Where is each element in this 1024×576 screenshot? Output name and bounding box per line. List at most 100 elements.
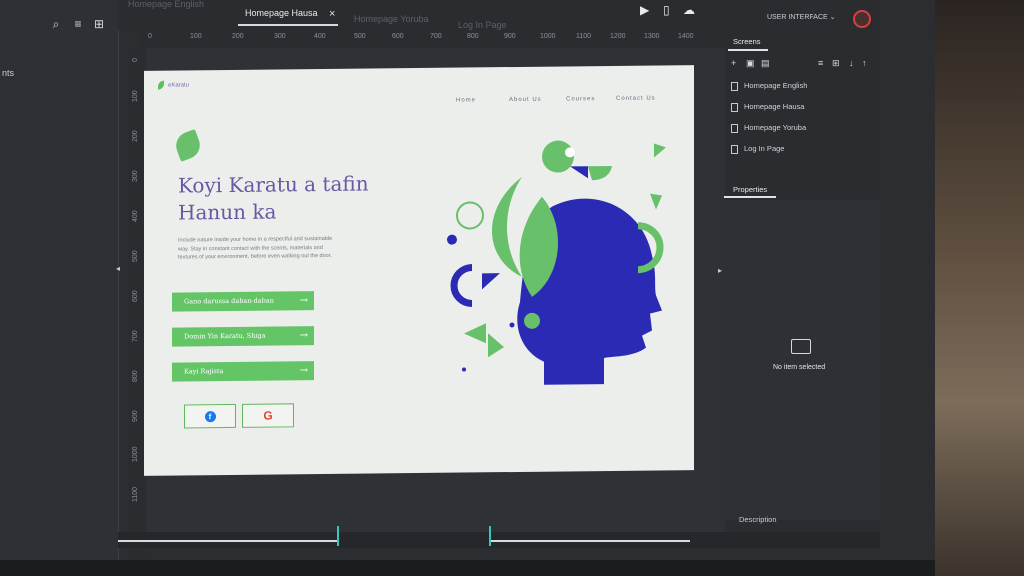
- avatar[interactable]: [853, 10, 871, 28]
- ring-shape: [456, 201, 484, 230]
- no-selection-message: No item selected: [773, 364, 826, 371]
- timeline-track: [118, 540, 338, 542]
- tab-homepage-yoruba[interactable]: Homepage Yoruba: [354, 14, 429, 24]
- ruler-tick: 1400: [678, 33, 694, 40]
- screen-item-homepage-hausa[interactable]: Homepage Hausa: [731, 102, 804, 112]
- active-tab-indicator: [724, 196, 776, 198]
- ruler-tick: 1000: [540, 33, 556, 40]
- ruler-tick: 300: [132, 170, 139, 182]
- ruler-tick: 500: [132, 250, 139, 262]
- ruler-tick: 500: [354, 33, 366, 40]
- screen-item-homepage-english[interactable]: Homepage English: [731, 81, 807, 91]
- document-icon: [731, 81, 738, 91]
- ruler-tick: 0: [148, 33, 152, 40]
- ruler-tick: 700: [430, 33, 442, 40]
- ruler-tick: 900: [504, 33, 516, 40]
- user-interface-dropdown[interactable]: USER INTERFACE ⌄: [767, 13, 836, 21]
- document-icon: [731, 123, 738, 133]
- google-icon: G: [263, 408, 273, 423]
- sort-up-icon[interactable]: ↑: [862, 58, 867, 68]
- add-icon[interactable]: +: [731, 58, 736, 68]
- triangle-shape: [650, 193, 662, 210]
- arrow-right-icon: →: [299, 365, 308, 377]
- layers-panel: ⌕ ≡ ⊞ nts: [0, 0, 119, 560]
- ruler-tick: 300: [274, 33, 286, 40]
- arc-shape: [450, 263, 473, 307]
- arrow-right-icon: →: [299, 295, 308, 307]
- timeline-marker[interactable]: [489, 526, 491, 546]
- ruler-tick: 800: [132, 370, 139, 382]
- hero-title: Koyi Karatu a tafin Hanun ka: [178, 171, 369, 225]
- dot-shape: [447, 234, 457, 245]
- tab-homepage-hausa[interactable]: Homepage Hausa: [245, 8, 318, 18]
- ruler-tick: 900: [132, 410, 139, 422]
- nav-courses[interactable]: Courses: [566, 96, 595, 102]
- active-tab-indicator: [728, 49, 768, 51]
- hero-description: Include nature inside your home in a res…: [178, 235, 333, 261]
- dot-shape: [509, 322, 515, 328]
- ruler-tick: 800: [467, 33, 479, 40]
- leaf-shape: [492, 176, 522, 277]
- ruler-tick: 400: [314, 33, 326, 40]
- search-icon[interactable]: ⌕: [50, 18, 62, 30]
- collapse-left-icon[interactable]: ◂: [116, 264, 120, 273]
- leaf-icon: [172, 129, 204, 162]
- ruler-tick: 1000: [132, 446, 139, 462]
- panel-label: nts: [2, 68, 15, 78]
- upload-cloud-icon[interactable]: ☁: [683, 3, 695, 17]
- nav-contact-us[interactable]: Contact Us: [616, 96, 656, 102]
- login-button[interactable]: Domin Yin Karatu, Shiga →: [172, 326, 314, 347]
- grid-icon[interactable]: ⊞: [93, 18, 105, 30]
- dot-shape: [462, 367, 466, 372]
- folder-icon[interactable]: ▤: [761, 58, 770, 69]
- artboard-homepage-hausa[interactable]: eKaratu Home About Us Courses Contact Us…: [144, 65, 694, 476]
- ruler-tick: 1200: [610, 33, 626, 40]
- ruler-tick: 100: [132, 90, 139, 102]
- close-icon[interactable]: ×: [329, 8, 335, 20]
- ruler-tick: 0: [132, 58, 139, 62]
- document-icon: [731, 102, 738, 112]
- tab-properties[interactable]: Properties: [733, 185, 767, 194]
- ruler-tick: 200: [232, 33, 244, 40]
- description-label: Description: [739, 515, 777, 524]
- image-icon[interactable]: ▣: [746, 58, 755, 69]
- head-illustration: [447, 140, 666, 385]
- ruler-tick: 700: [132, 330, 139, 342]
- cursor-select-icon: [791, 339, 811, 354]
- register-button[interactable]: Kayi Rajista →: [172, 361, 314, 382]
- triangle-shape: [482, 273, 500, 290]
- semicircle-shape: [588, 165, 612, 181]
- play-icon[interactable]: ▶: [640, 3, 649, 17]
- collapse-right-icon[interactable]: ▸: [718, 266, 722, 275]
- menu-icon[interactable]: ≡: [72, 18, 84, 30]
- ruler-tick: 100: [190, 33, 202, 40]
- list-view-icon[interactable]: ≡: [818, 58, 823, 68]
- tab-homepage-english[interactable]: Homepage English: [128, 0, 204, 9]
- ruler-tick: 1100: [576, 33, 592, 40]
- facebook-button[interactable]: f: [184, 403, 236, 429]
- screen-item-homepage-yoruba[interactable]: Homepage Yoruba: [731, 123, 806, 133]
- nav-home[interactable]: Home: [456, 97, 476, 103]
- horizontal-ruler: 0 100 200 300 400 500 600 700 800 900 10…: [140, 30, 725, 48]
- tab-log-in-page[interactable]: Log In Page: [458, 20, 507, 30]
- google-button[interactable]: G: [242, 403, 294, 428]
- ruler-tick: 1100: [132, 486, 139, 502]
- background-surroundings: [935, 0, 1024, 576]
- arrow-right-icon: →: [299, 330, 308, 342]
- leaf-logo-icon: [158, 80, 164, 90]
- facebook-icon: f: [204, 411, 216, 423]
- ruler-tick: 200: [132, 130, 139, 142]
- triangle-shape: [654, 143, 666, 158]
- nav-about-us[interactable]: About Us: [509, 97, 542, 103]
- timeline-marker[interactable]: [337, 526, 339, 546]
- app-window: ⌕ ≡ ⊞ nts Homepage English Homepage Haus…: [0, 0, 935, 560]
- explore-courses-button[interactable]: Gano darussa daban-daban →: [172, 291, 314, 312]
- triangle-shape: [570, 166, 588, 179]
- grid-view-icon[interactable]: ⊞: [832, 58, 840, 69]
- sort-down-icon[interactable]: ↓: [849, 58, 854, 68]
- screen-item-log-in-page[interactable]: Log In Page: [731, 144, 784, 154]
- tab-screens[interactable]: Screens: [733, 37, 761, 46]
- timeline-track: [490, 540, 690, 542]
- site-logo[interactable]: eKaratu: [158, 80, 189, 90]
- device-preview-icon[interactable]: ▯: [663, 3, 670, 17]
